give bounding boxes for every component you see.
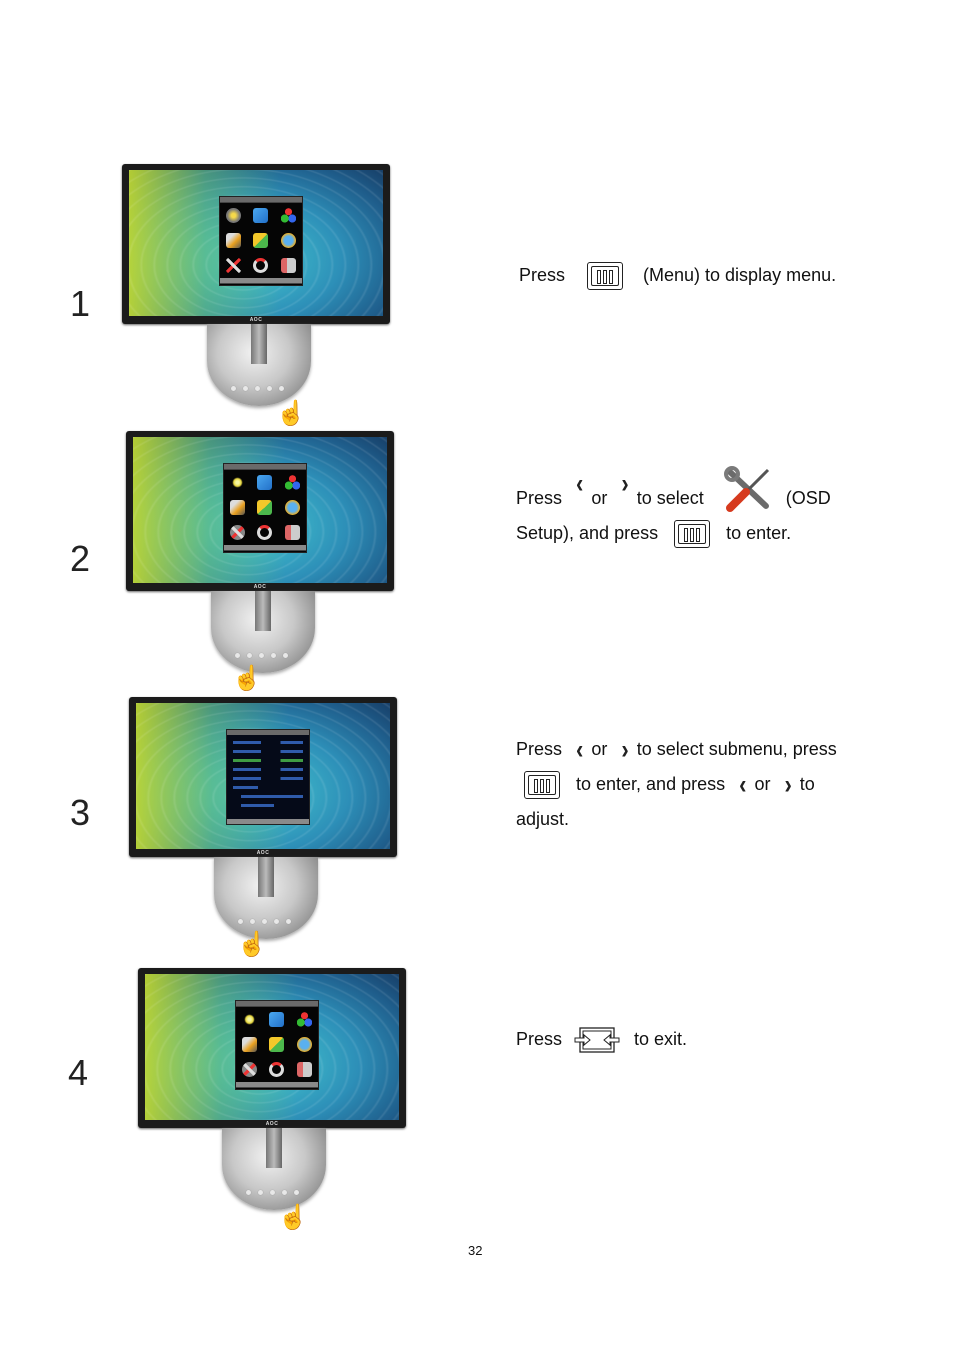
front-panel-buttons <box>235 653 288 658</box>
picture-boost-icon <box>242 1037 258 1052</box>
osd-setup-submenu <box>226 729 310 825</box>
press-label: Press <box>516 739 563 759</box>
right-arrow-icon: › <box>621 468 629 499</box>
monitor-illustration-4: AOC ☝ <box>138 968 408 1238</box>
pointer-hand-icon: ☝ <box>278 1204 308 1231</box>
extra-icon <box>284 500 300 515</box>
to-label: to <box>799 774 815 794</box>
step-number-1: 1 <box>70 283 91 324</box>
pointer-hand-icon: ☝ <box>237 931 267 958</box>
osd-label: (OSD <box>785 488 831 508</box>
step-number-2: 2 <box>70 538 91 579</box>
osd-position-icon <box>269 1037 285 1052</box>
press-label: Press <box>516 488 563 508</box>
instruction-text: (Menu) to display menu. <box>643 265 837 285</box>
left-arrow-icon: ‹ <box>576 468 584 499</box>
front-panel-buttons <box>246 1190 299 1195</box>
instruction-text: to select submenu, press <box>636 739 837 759</box>
monitor-screen <box>129 170 383 316</box>
step-number-4: 4 <box>68 1052 89 1093</box>
menu-button-icon <box>674 520 711 549</box>
monitor-logo: AOC <box>253 584 267 590</box>
osd-main-menu <box>235 1000 319 1090</box>
monitor-illustration-1: AOC ☝ <box>122 164 392 434</box>
or-label: or <box>754 774 771 794</box>
extra-icon <box>280 233 296 248</box>
monitor-illustration-3: AOC ☝ <box>129 697 399 967</box>
monitor-illustration-2: AOC ☝ <box>126 431 396 701</box>
monitor-bezel: AOC <box>138 968 406 1128</box>
instruction-text: to enter, and press <box>576 774 726 794</box>
image-setup-icon <box>257 475 273 490</box>
factory-reset-icon <box>253 258 269 273</box>
or-label: or <box>591 488 608 508</box>
menu-button-icon <box>524 771 560 800</box>
instruction-step-2: Press ‹ or › to select (OSD Setup), and pres… <box>516 466 831 551</box>
factory-reset-icon <box>269 1062 285 1077</box>
osd-setup-icon-selected <box>242 1062 258 1077</box>
front-panel-buttons <box>231 386 284 391</box>
color-setup-icon <box>296 1012 312 1027</box>
monitor-stand <box>214 857 318 939</box>
color-setup-icon <box>284 475 300 490</box>
monitor-screen <box>133 437 387 583</box>
instruction-text: Setup), and press <box>516 523 659 543</box>
monitor-screen <box>136 703 390 849</box>
osd-position-icon <box>253 233 269 248</box>
image-setup-icon <box>269 1012 285 1027</box>
extra-icon <box>296 1037 312 1052</box>
monitor-stand <box>222 1128 326 1210</box>
monitor-stand <box>207 324 311 406</box>
exit-icon <box>280 258 296 273</box>
picture-boost-icon <box>226 233 242 248</box>
press-label: Press <box>516 1029 563 1049</box>
monitor-bezel: AOC <box>129 697 397 857</box>
pointer-hand-icon: ☝ <box>232 665 262 692</box>
left-arrow-icon: ‹ <box>739 769 747 800</box>
page-number: 32 <box>468 1243 483 1258</box>
to-exit-label: to exit. <box>634 1029 688 1049</box>
right-arrow-icon: › <box>784 769 792 800</box>
osd-setup-icon <box>723 466 772 512</box>
auto-exit-button-icon <box>574 1026 620 1054</box>
front-panel-buttons <box>238 919 291 924</box>
osd-position-icon <box>257 500 273 515</box>
pointer-hand-icon: ☝ <box>276 400 306 427</box>
monitor-screen <box>145 974 399 1120</box>
osd-main-menu <box>223 463 307 553</box>
monitor-logo: AOC <box>265 1121 279 1127</box>
exit-icon <box>296 1062 312 1077</box>
to-enter-label: to enter. <box>726 523 792 543</box>
osd-setup-icon-selected <box>230 525 246 540</box>
image-setup-icon <box>253 208 269 223</box>
luminance-icon <box>226 208 242 223</box>
right-arrow-icon: › <box>621 734 629 765</box>
osd-main-menu <box>219 196 303 286</box>
picture-boost-icon <box>230 500 246 515</box>
press-label: Press <box>519 265 566 285</box>
monitor-logo: AOC <box>256 850 270 856</box>
or-label: or <box>591 739 608 759</box>
luminance-icon <box>242 1012 258 1027</box>
step-number-3: 3 <box>70 792 91 833</box>
instruction-step-1: Press (Menu) to display menu. <box>519 258 836 293</box>
luminance-icon <box>230 475 246 490</box>
menu-button-icon <box>587 262 624 291</box>
to-select-label: to select <box>636 488 704 508</box>
monitor-bezel: AOC <box>122 164 390 324</box>
exit-icon <box>284 525 300 540</box>
instruction-step-3: Press ‹ or › to select submenu, press to ent… <box>516 732 837 837</box>
monitor-logo: AOC <box>249 317 263 323</box>
monitor-bezel: AOC <box>126 431 394 591</box>
left-arrow-icon: ‹ <box>576 734 584 765</box>
color-setup-icon <box>280 208 296 223</box>
monitor-stand <box>211 591 315 673</box>
osd-setup-icon <box>226 258 242 273</box>
factory-reset-icon <box>257 525 273 540</box>
instruction-text: adjust. <box>516 809 570 829</box>
instruction-step-4: Press to exit. <box>516 1022 687 1057</box>
